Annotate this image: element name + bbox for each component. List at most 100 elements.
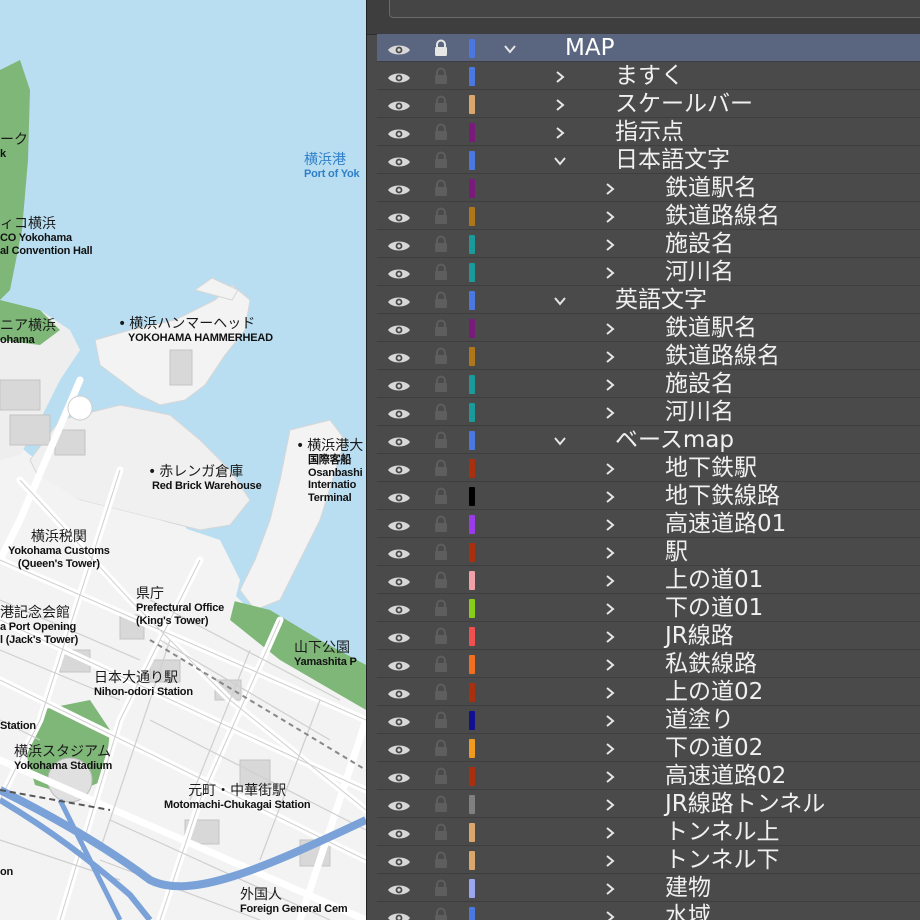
chevron-down-icon[interactable] [553, 293, 567, 307]
map-canvas[interactable]: ーク k ィコ横浜 CO Yokohama al Convention Hall 横… [0, 0, 366, 920]
eye-icon[interactable] [387, 854, 410, 867]
layer-row[interactable]: 駅 [377, 538, 920, 566]
lock-icon[interactable] [433, 655, 449, 673]
eye-icon[interactable] [387, 294, 410, 307]
layer-row[interactable]: 英語文字 [377, 286, 920, 314]
eye-icon[interactable] [387, 322, 410, 335]
eye-icon[interactable] [387, 126, 410, 139]
layer-row[interactable]: 鉄道駅名 [377, 314, 920, 342]
layer-row[interactable]: 河川名 [377, 258, 920, 286]
layer-row[interactable]: JR線路 [377, 622, 920, 650]
eye-icon[interactable] [387, 266, 410, 279]
layer-row[interactable]: 河川名 [377, 398, 920, 426]
lock-icon[interactable] [433, 739, 449, 757]
layer-row[interactable]: 下の道01 [377, 594, 920, 622]
eye-icon[interactable] [387, 630, 410, 643]
chevron-right-icon[interactable] [603, 489, 617, 503]
chevron-right-icon[interactable] [603, 181, 617, 195]
lock-icon[interactable] [433, 431, 449, 449]
chevron-right-icon[interactable] [603, 265, 617, 279]
chevron-right-icon[interactable] [603, 545, 617, 559]
lock-icon[interactable] [433, 487, 449, 505]
lock-icon[interactable] [433, 319, 449, 337]
chevron-right-icon[interactable] [603, 321, 617, 335]
layer-row[interactable]: 鉄道路線名 [377, 342, 920, 370]
eye-icon[interactable] [387, 798, 410, 811]
lock-icon[interactable] [433, 571, 449, 589]
layer-row[interactable]: JR線路トンネル [377, 790, 920, 818]
chevron-down-icon[interactable] [553, 433, 567, 447]
lock-icon[interactable] [433, 543, 449, 561]
chevron-right-icon[interactable] [603, 517, 617, 531]
eye-icon[interactable] [387, 490, 410, 503]
eye-icon[interactable] [387, 350, 410, 363]
eye-icon[interactable] [387, 714, 410, 727]
eye-icon[interactable] [387, 574, 410, 587]
chevron-right-icon[interactable] [603, 657, 617, 671]
chevron-right-icon[interactable] [603, 601, 617, 615]
lock-icon[interactable] [433, 95, 449, 113]
chevron-right-icon[interactable] [603, 741, 617, 755]
chevron-right-icon[interactable] [603, 573, 617, 587]
layer-row[interactable]: MAP [377, 34, 920, 62]
chevron-right-icon[interactable] [603, 769, 617, 783]
layer-row[interactable]: 上の道02 [377, 678, 920, 706]
chevron-right-icon[interactable] [603, 237, 617, 251]
lock-icon[interactable] [433, 403, 449, 421]
eye-icon[interactable] [387, 462, 410, 475]
layer-row[interactable]: 水域 [377, 902, 920, 920]
eye-icon[interactable] [387, 910, 410, 920]
eye-icon[interactable] [387, 546, 410, 559]
panel-toolbar-control[interactable] [389, 0, 920, 18]
layer-row[interactable]: トンネル上 [377, 818, 920, 846]
eye-icon[interactable] [387, 98, 410, 111]
chevron-right-icon[interactable] [603, 349, 617, 363]
lock-icon[interactable] [433, 627, 449, 645]
eye-icon[interactable] [387, 826, 410, 839]
eye-icon[interactable] [387, 882, 410, 895]
layer-row[interactable]: スケールバー [377, 90, 920, 118]
chevron-right-icon[interactable] [603, 405, 617, 419]
chevron-right-icon[interactable] [603, 797, 617, 811]
layers-panel[interactable]: MAP ますく スケールバー 指示点 日本語文字 鉄道駅名 鉄道路線名 施設名 河川名 英語文字鉄… [366, 0, 920, 920]
lock-icon[interactable] [433, 151, 449, 169]
lock-icon[interactable] [433, 179, 449, 197]
layer-row[interactable]: 建物 [377, 874, 920, 902]
lock-icon[interactable] [433, 683, 449, 701]
eye-icon[interactable] [387, 686, 410, 699]
chevron-right-icon[interactable] [603, 713, 617, 727]
chevron-right-icon[interactable] [603, 461, 617, 475]
layer-row[interactable]: 上の道01 [377, 566, 920, 594]
layer-row[interactable]: ますく [377, 62, 920, 90]
lock-icon[interactable] [433, 123, 449, 141]
chevron-right-icon[interactable] [603, 629, 617, 643]
eye-icon[interactable] [387, 154, 410, 167]
chevron-down-icon[interactable] [503, 41, 517, 55]
layer-row[interactable]: 施設名 [377, 370, 920, 398]
eye-icon[interactable] [387, 602, 410, 615]
chevron-right-icon[interactable] [603, 209, 617, 223]
layer-row[interactable]: 指示点 [377, 118, 920, 146]
chevron-right-icon[interactable] [553, 125, 567, 139]
eye-icon[interactable] [387, 742, 410, 755]
lock-icon[interactable] [433, 207, 449, 225]
chevron-right-icon[interactable] [603, 853, 617, 867]
eye-icon[interactable] [387, 770, 410, 783]
layer-row[interactable]: 道塗り [377, 706, 920, 734]
lock-icon[interactable] [433, 375, 449, 393]
eye-icon[interactable] [387, 238, 410, 251]
chevron-right-icon[interactable] [603, 825, 617, 839]
lock-icon[interactable] [433, 767, 449, 785]
eye-icon[interactable] [387, 70, 410, 83]
chevron-right-icon[interactable] [553, 69, 567, 83]
layer-row[interactable]: 高速道路02 [377, 762, 920, 790]
layer-row[interactable]: 私鉄線路 [377, 650, 920, 678]
layer-row[interactable]: 地下鉄線路 [377, 482, 920, 510]
lock-icon[interactable] [433, 235, 449, 253]
layer-row[interactable]: 日本語文字 [377, 146, 920, 174]
lock-icon[interactable] [433, 291, 449, 309]
eye-icon[interactable] [387, 210, 410, 223]
eye-icon[interactable] [387, 42, 410, 55]
lock-icon[interactable] [433, 263, 449, 281]
lock-icon[interactable] [433, 39, 449, 57]
